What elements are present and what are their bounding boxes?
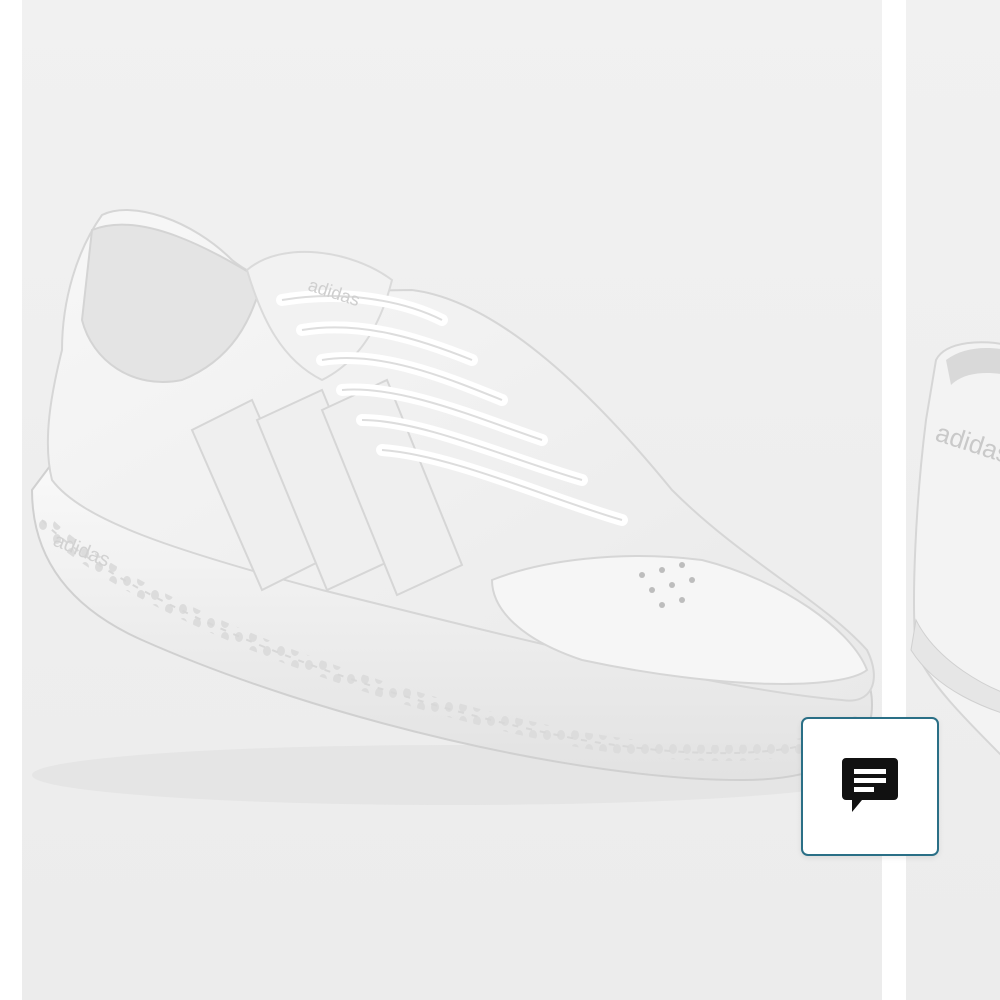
image-viewer: adidas adidas adidas [0,0,1000,1000]
left-edge [0,0,22,1000]
chat-button[interactable] [801,717,939,856]
product-photo-main[interactable]: adidas adidas [22,0,882,1000]
chat-feedback-icon [842,757,898,812]
sneaker-image: adidas adidas [30,209,875,805]
